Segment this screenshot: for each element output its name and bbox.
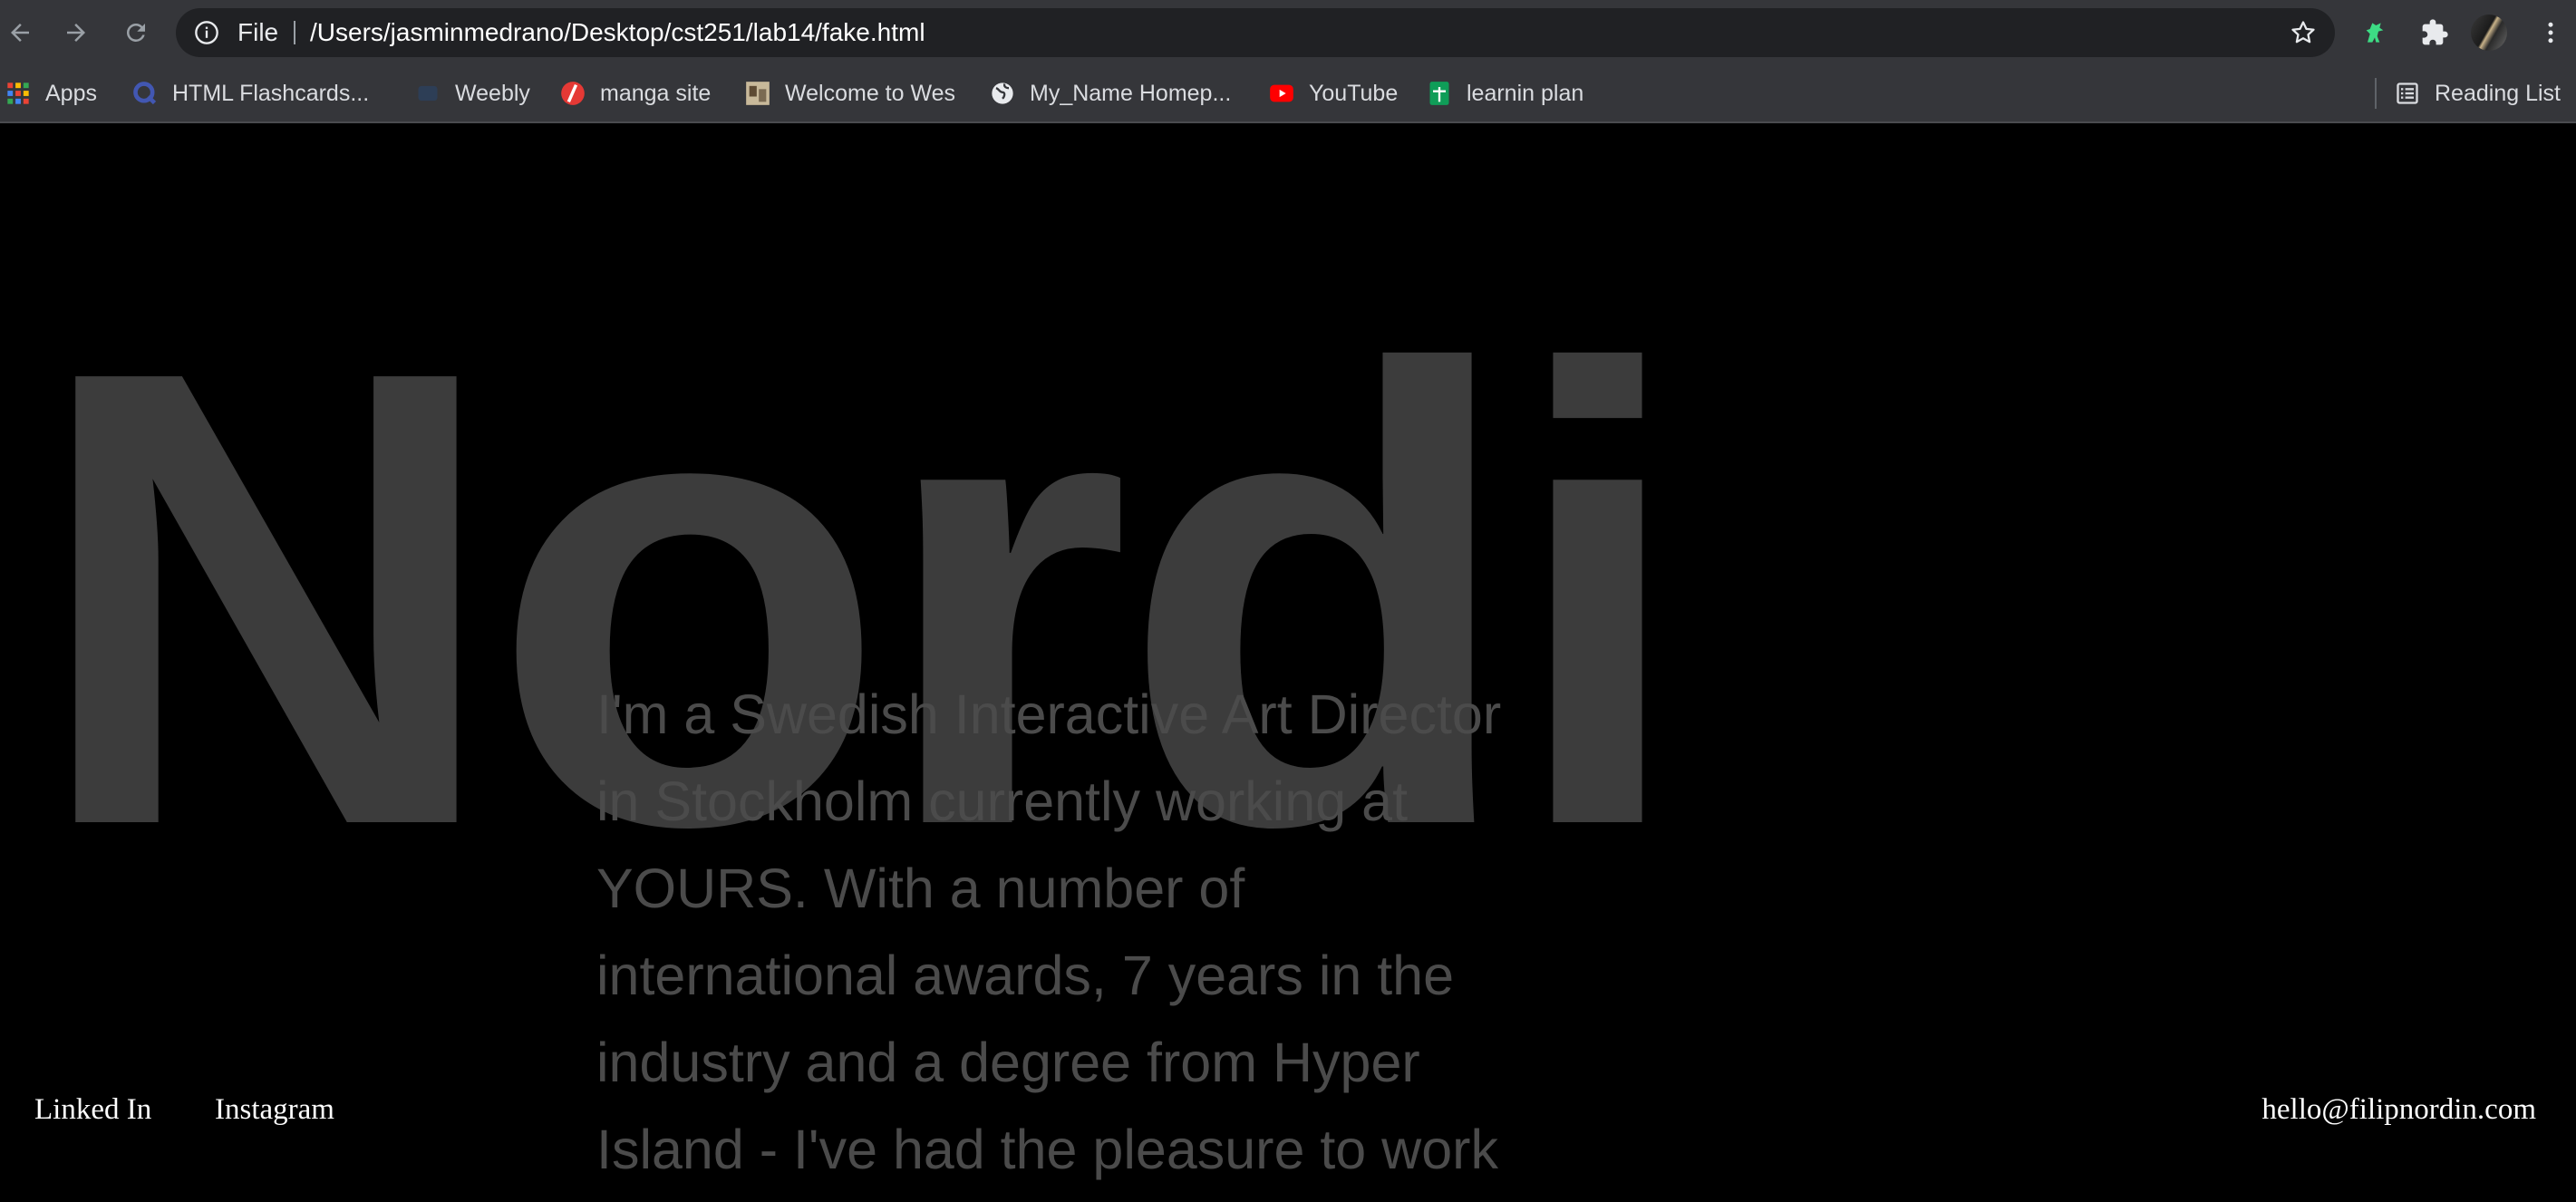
- bookmark-label: manga site: [600, 80, 712, 106]
- reading-list-button[interactable]: Reading List: [2395, 65, 2561, 121]
- page-viewport: o Nordi I'm a Swedish Interactive Art Di…: [0, 123, 2576, 1202]
- linkedin-link[interactable]: Linked In: [34, 1093, 151, 1127]
- extension-button[interactable]: [2355, 13, 2395, 53]
- bookmark-welcome-to-wes[interactable]: Welcome to Wes: [745, 65, 955, 121]
- profile-avatar[interactable]: [2471, 15, 2507, 51]
- reading-list-label: Reading List: [2435, 80, 2561, 106]
- bookmark-label: Welcome to Wes: [785, 80, 956, 106]
- site-thumbnail-icon: [746, 82, 770, 105]
- forward-button[interactable]: [56, 13, 96, 53]
- reload-button[interactable]: [116, 13, 156, 53]
- bookmarks-divider: [2375, 78, 2377, 109]
- bookmark-label: My_Name Homep...: [1030, 80, 1232, 106]
- info-icon[interactable]: [194, 20, 219, 45]
- manga-site-icon: [561, 82, 585, 105]
- dinosaur-extension-icon: [2366, 23, 2384, 43]
- bookmark-apps[interactable]: Apps: [5, 65, 97, 121]
- back-arrow-icon: [11, 24, 29, 42]
- extensions-menu-button[interactable]: [2415, 13, 2455, 53]
- weebly-icon: [418, 85, 438, 102]
- browser-toolbar: File /Users/jasminmedrano/Desktop/cst251…: [0, 0, 2576, 65]
- address-separator: [294, 21, 295, 44]
- sheets-icon: [1429, 82, 1449, 105]
- address-bar[interactable]: File /Users/jasminmedrano/Desktop/cst251…: [176, 8, 2335, 57]
- puzzle-piece-icon: [2422, 19, 2448, 45]
- bio-paragraph: I'm a Swedish Interactive Art Director i…: [596, 683, 1502, 1180]
- bookmark-star-icon[interactable]: [2290, 19, 2317, 46]
- back-button[interactable]: [0, 13, 40, 53]
- globe-icon: [992, 82, 1013, 104]
- browser-menu-button[interactable]: [2531, 13, 2571, 53]
- kebab-menu-icon: [2548, 22, 2553, 44]
- bookmark-manga-site[interactable]: manga site: [560, 65, 711, 121]
- quizlet-icon: [133, 82, 157, 105]
- reload-icon: [126, 23, 145, 42]
- bookmark-label: learnin plan: [1467, 80, 1584, 106]
- youtube-icon: [1270, 84, 1293, 102]
- bookmark-label: YouTube: [1309, 80, 1399, 106]
- reading-list-icon: [2397, 82, 2418, 104]
- bookmark-weebly[interactable]: Weebly: [415, 65, 530, 121]
- bookmark-label: HTML Flashcards...: [172, 80, 370, 106]
- bookmark-label: Apps: [45, 80, 97, 106]
- instagram-link[interactable]: Instagram: [215, 1093, 334, 1127]
- bookmark-my-name-homepage[interactable]: My_Name Homep...: [990, 65, 1231, 121]
- forward-arrow-icon: [67, 24, 85, 42]
- bookmarks-bar: Apps HTML Flashcards... Weebly manga sit…: [0, 65, 2576, 123]
- bookmark-learnin-plan[interactable]: learnin plan: [1427, 65, 1583, 121]
- url-text[interactable]: /Users/jasminmedrano/Desktop/cst251/lab1…: [310, 8, 925, 57]
- bookmark-html-flashcards[interactable]: HTML Flashcards...: [132, 65, 369, 121]
- scheme-label: File: [237, 18, 279, 46]
- bookmark-youtube[interactable]: YouTube: [1269, 65, 1398, 121]
- email-link[interactable]: hello@filipnordin.com: [2261, 1093, 2536, 1127]
- bookmark-label: Weebly: [455, 80, 530, 106]
- apps-grid-icon: [7, 82, 29, 104]
